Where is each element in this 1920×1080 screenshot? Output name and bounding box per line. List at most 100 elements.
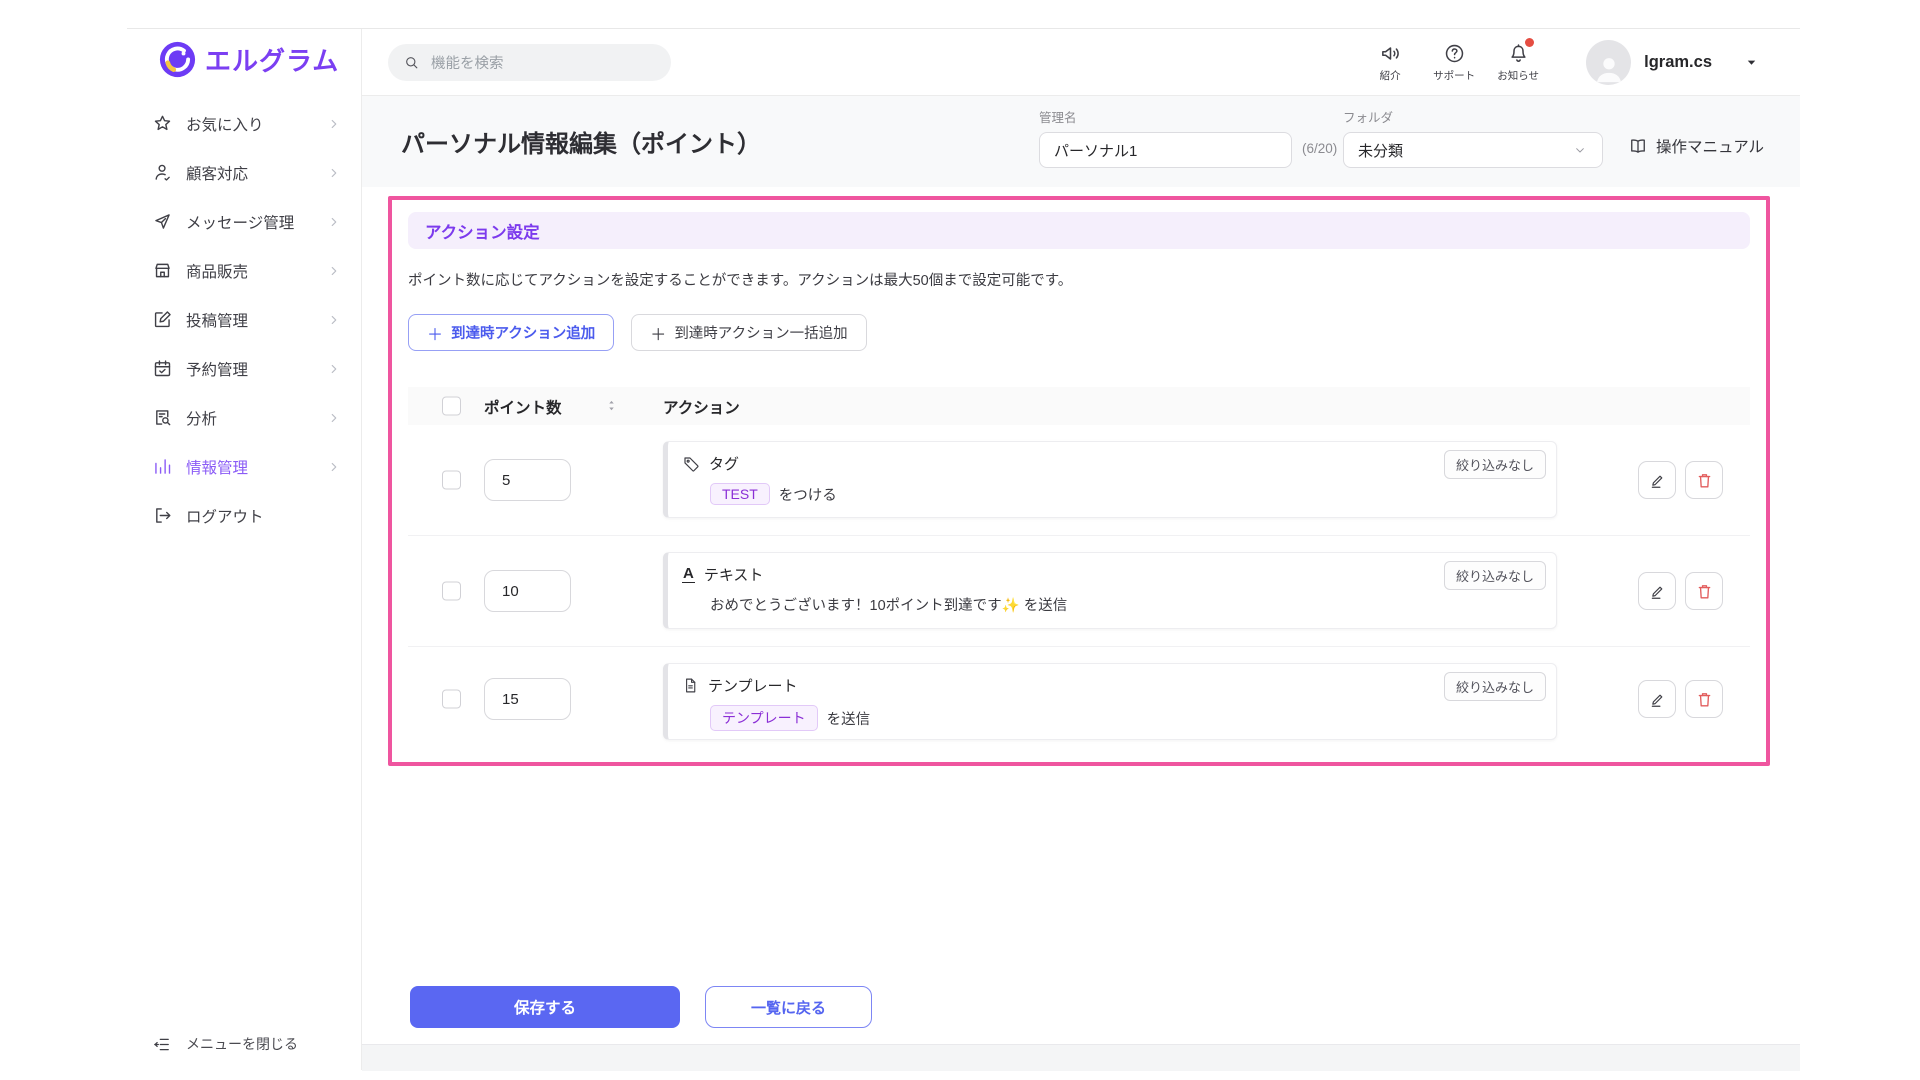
sidebar-item-info-management[interactable]: 情報管理	[127, 442, 361, 491]
save-button[interactable]: 保存する	[410, 986, 680, 1028]
panel-title: アクション設定	[408, 212, 1750, 249]
user-name[interactable]: lgram.cs	[1644, 53, 1712, 72]
notification-dot	[1525, 38, 1534, 47]
book-icon	[1628, 136, 1648, 156]
action-card: テンプレート テンプレート を送信 絞り込みなし	[663, 663, 1557, 740]
sidebar-item-favorites[interactable]: お気に入り	[127, 99, 361, 148]
main-content: パーソナル情報編集（ポイント） 管理名 パーソナル1 (6/20) フォルダ 未…	[362, 96, 1800, 1071]
star-icon	[152, 113, 173, 134]
sidebar-item-products[interactable]: 商品販売	[127, 246, 361, 295]
chevron-right-icon	[327, 215, 341, 229]
admin-name-value: パーソナル1	[1054, 140, 1137, 161]
analysis-icon	[152, 407, 173, 428]
sidebar-item-messages[interactable]: メッセージ管理	[127, 197, 361, 246]
logout-icon	[152, 505, 173, 526]
table-row: 5 タグ TEST をつける 絞り込みなし	[408, 425, 1750, 536]
back-to-list-button[interactable]: 一覧に戻る	[705, 986, 872, 1028]
sidebar: エルグラム お気に入り 顧客対応 メッセージ管理 商品販売	[127, 29, 362, 1070]
caret-down-icon[interactable]	[1744, 55, 1759, 70]
trash-icon	[1695, 690, 1714, 709]
support-label: サポート	[1433, 68, 1475, 83]
chevron-right-icon	[327, 117, 341, 131]
admin-name-counter: (6/20)	[1302, 141, 1337, 156]
page-header: パーソナル情報編集（ポイント） 管理名 パーソナル1 (6/20) フォルダ 未…	[362, 96, 1800, 187]
sidebar-item-reservations[interactable]: 予約管理	[127, 344, 361, 393]
brand-logo[interactable]: エルグラム	[127, 29, 361, 89]
send-icon	[152, 211, 173, 232]
table-row: 15 テンプレート テンプレート を送信 絞り込みなし	[408, 647, 1750, 751]
page-title: パーソナル情報編集（ポイント）	[401, 124, 761, 159]
select-all-checkbox[interactable]	[442, 397, 461, 416]
edit-action-button[interactable]	[1638, 572, 1676, 610]
bar-chart-icon	[152, 456, 173, 477]
column-points: ポイント数	[484, 396, 562, 418]
pencil-icon	[1648, 582, 1667, 601]
edit-action-button[interactable]	[1638, 461, 1676, 499]
topbar: 機能を検索 紹介 サポート お知らせ lgram.cs	[362, 29, 1800, 96]
delete-action-button[interactable]	[1685, 572, 1723, 610]
template-file-icon	[682, 677, 699, 694]
folder-value: 未分類	[1358, 140, 1403, 161]
sort-icon[interactable]	[604, 398, 619, 413]
admin-name-input[interactable]: パーソナル1	[1039, 132, 1292, 168]
notifications-button[interactable]: お知らせ	[1486, 42, 1550, 83]
sidebar-item-customers[interactable]: 顧客対応	[127, 148, 361, 197]
support-button[interactable]: サポート	[1422, 42, 1486, 83]
pencil-icon	[1648, 690, 1667, 709]
points-input[interactable]: 15	[484, 678, 571, 720]
manual-link[interactable]: 操作マニュアル	[1628, 135, 1764, 157]
sidebar-item-posts[interactable]: 投稿管理	[127, 295, 361, 344]
folder-label: フォルダ	[1343, 107, 1393, 126]
filter-badge: 絞り込みなし	[1444, 561, 1546, 590]
filter-badge: 絞り込みなし	[1444, 672, 1546, 701]
admin-name-label: 管理名	[1039, 107, 1077, 126]
plus-icon: ＋	[650, 321, 666, 345]
row-checkbox[interactable]	[442, 471, 461, 490]
action-settings-panel: アクション設定 ポイント数に応じてアクションを設定することができます。アクション…	[388, 196, 1770, 766]
chevron-down-icon	[1572, 142, 1588, 158]
action-text: をつける	[779, 484, 837, 505]
app-window: エルグラム お気に入り 顧客対応 メッセージ管理 商品販売	[127, 28, 1800, 1070]
action-text: おめでとうございます！10ポイント到達です✨ を送信	[710, 594, 1067, 615]
action-card: タグ TEST をつける 絞り込みなし	[663, 441, 1557, 518]
action-type: テキスト	[704, 564, 764, 585]
chevron-right-icon	[327, 264, 341, 278]
customer-icon	[152, 162, 173, 183]
points-input[interactable]: 10	[484, 570, 571, 612]
collapse-menu-button[interactable]: メニューを閉じる	[127, 1018, 361, 1070]
help-circle-icon	[1443, 42, 1466, 65]
panel-description: ポイント数に応じてアクションを設定することができます。アクションは最大50個まで…	[408, 269, 1750, 290]
sidebar-item-logout[interactable]: ログアウト	[127, 491, 361, 540]
intro-button[interactable]: 紹介	[1358, 42, 1422, 83]
text-icon: A	[682, 566, 695, 584]
filter-badge: 絞り込みなし	[1444, 450, 1546, 479]
delete-action-button[interactable]	[1685, 680, 1723, 718]
bulk-add-action-button[interactable]: ＋ 到達時アクション一括追加	[631, 314, 866, 351]
storefront-icon	[152, 260, 173, 281]
search-icon	[403, 54, 420, 71]
intro-label: 紹介	[1380, 68, 1401, 83]
action-text: を送信	[827, 708, 871, 729]
table-row: 10 A テキスト おめでとうございます！10ポイント到達です✨ を送信 絞り込…	[408, 536, 1750, 647]
megaphone-icon	[1379, 42, 1402, 65]
trash-icon	[1695, 471, 1714, 490]
avatar[interactable]	[1586, 40, 1631, 85]
row-checkbox[interactable]	[442, 690, 461, 709]
points-input[interactable]: 5	[484, 459, 571, 501]
chevron-right-icon	[327, 313, 341, 327]
folder-select[interactable]: 未分類	[1343, 132, 1603, 168]
search-input[interactable]: 機能を検索	[388, 44, 671, 81]
sidebar-item-analytics[interactable]: 分析	[127, 393, 361, 442]
row-checkbox[interactable]	[442, 582, 461, 601]
plus-icon: ＋	[427, 321, 443, 345]
delete-action-button[interactable]	[1685, 461, 1723, 499]
brand-name: エルグラム	[205, 41, 339, 78]
collapse-menu-icon	[152, 1035, 171, 1054]
post-edit-icon	[152, 309, 173, 330]
topbar-actions: 紹介 サポート お知らせ lgram.cs	[1358, 29, 1759, 96]
edit-action-button[interactable]	[1638, 680, 1676, 718]
add-action-button[interactable]: ＋ 到達時アクション追加	[408, 314, 614, 351]
action-card: A テキスト おめでとうございます！10ポイント到達です✨ を送信 絞り込みなし	[663, 552, 1557, 629]
trash-icon	[1695, 582, 1714, 601]
footer-actions: 保存する 一覧に戻る	[410, 986, 872, 1028]
